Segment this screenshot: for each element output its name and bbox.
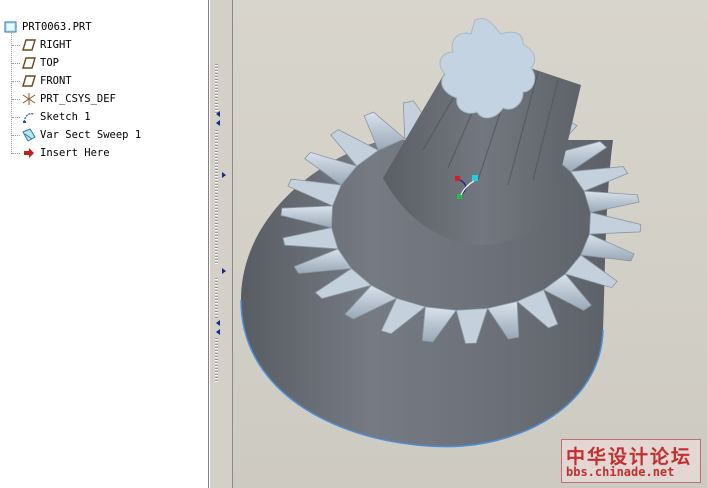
splitter-grip xyxy=(215,64,218,114)
splitter-grip xyxy=(215,338,218,383)
collapse-left-arrow-icon[interactable] xyxy=(216,329,220,335)
splitter-grip xyxy=(215,278,218,318)
datum-plane-icon xyxy=(22,74,36,88)
panel-splitter[interactable] xyxy=(209,0,234,488)
splitter-grip xyxy=(215,130,218,265)
part-icon xyxy=(4,20,18,34)
tree-root-label: PRT0063.PRT xyxy=(22,21,92,33)
tree-item-right[interactable]: RIGHT xyxy=(22,37,72,53)
insert-arrow-icon xyxy=(22,146,36,160)
tree-branch xyxy=(12,63,20,64)
tree-branch xyxy=(12,135,20,136)
graphics-viewport[interactable] xyxy=(233,0,707,488)
tree-item-label: RIGHT xyxy=(40,39,72,51)
tree-item-label: Var Sect Sweep 1 xyxy=(40,129,142,141)
sweep-icon xyxy=(22,128,36,142)
tree-branch xyxy=(12,117,20,118)
expand-right-arrow-icon[interactable] xyxy=(222,172,226,178)
tree-root-part[interactable]: PRT0063.PRT xyxy=(4,19,92,35)
gear-tooth xyxy=(588,211,642,235)
collapse-left-arrow-icon[interactable] xyxy=(216,320,220,326)
tree-item-insert-here[interactable]: Insert Here xyxy=(22,145,110,161)
gear-model xyxy=(240,18,642,448)
gear-tooth xyxy=(583,190,640,213)
tree-item-label: FRONT xyxy=(40,75,72,87)
tree-item-front[interactable]: FRONT xyxy=(22,73,72,89)
watermark-logo: 中华设计论坛 bbs.chinade.net xyxy=(561,439,701,483)
tree-branch xyxy=(12,99,20,100)
tree-item-label: Insert Here xyxy=(40,147,110,159)
model-tree-panel[interactable]: PRT0063.PRT RIGHT TOP FRONT PRT_CSYS_DEF… xyxy=(0,0,209,488)
datum-plane-icon xyxy=(22,56,36,70)
tree-item-label: Sketch 1 xyxy=(40,111,91,123)
tree-item-top[interactable]: TOP xyxy=(22,55,59,71)
datum-plane-icon xyxy=(22,38,36,52)
watermark-url: bbs.chinade.net xyxy=(566,465,675,479)
tree-item-sketch[interactable]: Sketch 1 xyxy=(22,109,91,125)
collapse-left-arrow-icon[interactable] xyxy=(216,120,220,126)
collapse-left-arrow-icon[interactable] xyxy=(216,111,220,117)
sketch-icon xyxy=(22,110,36,124)
tree-item-label: PRT_CSYS_DEF xyxy=(40,93,116,105)
tree-branch xyxy=(12,45,20,46)
tree-item-label: TOP xyxy=(40,57,59,69)
tree-item-sweep[interactable]: Var Sect Sweep 1 xyxy=(22,127,141,143)
coordinate-system-icon xyxy=(22,92,36,106)
tree-item-csys[interactable]: PRT_CSYS_DEF xyxy=(22,91,116,107)
tree-branch xyxy=(12,81,20,82)
expand-right-arrow-icon[interactable] xyxy=(222,268,226,274)
tree-branch xyxy=(12,153,20,154)
